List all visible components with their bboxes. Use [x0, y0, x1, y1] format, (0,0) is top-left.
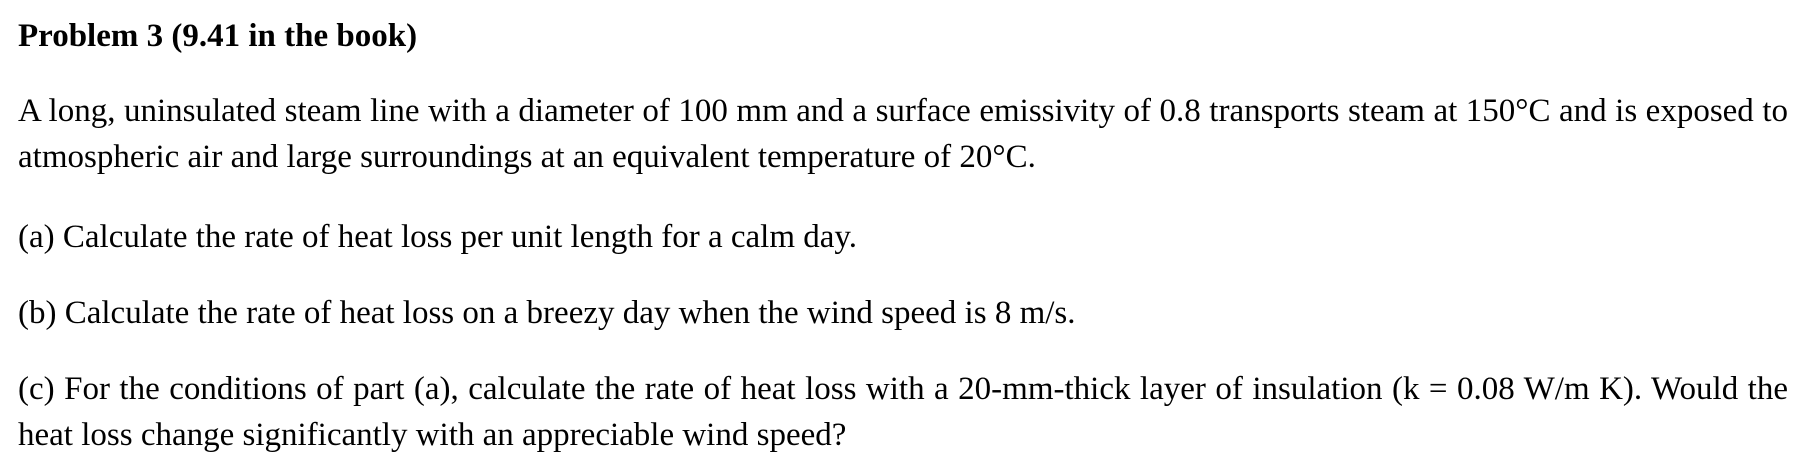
part-b: (b) Calculate the rate of heat loss on a… [18, 295, 1076, 331]
problem-title: Problem 3 (9.41 in the book) [18, 18, 418, 54]
part-c: (c) For the conditions of part (a), calc… [18, 371, 1788, 453]
part-a: (a) Calculate the rate of heat loss per … [18, 219, 858, 255]
problem-statement: A long, uninsulated steam line with a di… [18, 93, 1788, 175]
